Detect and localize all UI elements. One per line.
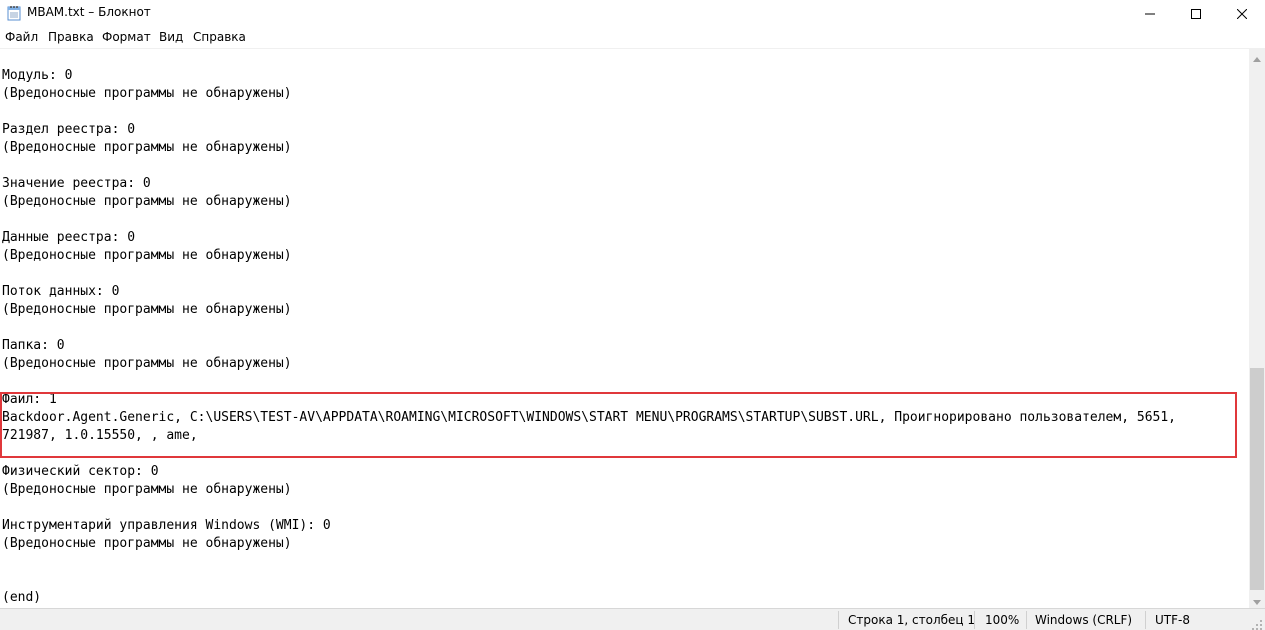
chevron-up-icon: [1253, 47, 1261, 66]
close-button[interactable]: [1219, 0, 1265, 27]
text-line: [2, 157, 1176, 175]
menu-help[interactable]: Справка: [193, 30, 246, 44]
text-line: Поток данных: 0: [2, 284, 120, 299]
title-bar: MBAM.txt – Блокнот: [0, 0, 1265, 27]
text-line: Раздел реестра: 0: [2, 122, 136, 137]
editor-text: Модуль: 0 (Вредоносные программы не обнар…: [2, 67, 1176, 607]
status-bar: Строка 1, столбец 1 100% Windows (CRLF) …: [0, 608, 1265, 630]
status-separator: [1026, 611, 1027, 629]
text-line: [2, 319, 1176, 337]
text-line: Папка: 0: [2, 338, 65, 353]
text-line: Физический сектор: 0: [2, 464, 159, 479]
text-line: (end): [2, 590, 42, 605]
text-line: Файл: 1: [2, 392, 57, 407]
menu-format[interactable]: Формат: [102, 30, 151, 44]
text-line: Инструментарий управления Windows (WMI):…: [2, 518, 331, 533]
text-line: (Вредоносные программы не обнаружены): [2, 140, 292, 155]
menu-view[interactable]: Вид: [159, 30, 183, 44]
close-icon: [1236, 4, 1248, 23]
menu-file[interactable]: Файл: [5, 30, 38, 44]
vertical-scrollbar[interactable]: [1249, 48, 1265, 608]
text-line: Данные реестра: 0: [2, 230, 136, 245]
text-line: Значение реестра: 0: [2, 176, 151, 191]
status-separator: [1145, 611, 1146, 629]
text-line: Модуль: 0: [2, 68, 73, 83]
status-line-ending: Windows (CRLF): [1035, 613, 1133, 627]
window-title: MBAM.txt – Блокнот: [27, 5, 151, 19]
maximize-button[interactable]: [1173, 0, 1219, 27]
text-line: [2, 373, 1176, 391]
resize-grip-icon[interactable]: [1251, 616, 1263, 630]
text-line: [2, 445, 1176, 463]
scroll-down-button[interactable]: [1249, 591, 1265, 608]
scroll-up-button[interactable]: [1249, 48, 1265, 65]
status-encoding: UTF-8: [1155, 613, 1190, 627]
text-line: (Вредоносные программы не обнаружены): [2, 536, 292, 551]
text-line: (Вредоносные программы не обнаружены): [2, 86, 292, 101]
maximize-icon: [1191, 4, 1201, 23]
text-line: [2, 553, 1176, 571]
text-line: (Вредоносные программы не обнаружены): [2, 248, 292, 263]
text-editor[interactable]: Модуль: 0 (Вредоносные программы не обнар…: [0, 48, 1249, 608]
text-line: (Вредоносные программы не обнаружены): [2, 482, 292, 497]
text-line: [2, 571, 1176, 589]
status-cursor-position: Строка 1, столбец 1: [848, 613, 976, 627]
text-line: (Вредоносные программы не обнаружены): [2, 194, 292, 209]
text-line: [2, 265, 1176, 283]
menu-edit[interactable]: Правка: [48, 30, 94, 44]
text-line: [2, 499, 1176, 517]
text-line: [2, 211, 1176, 229]
text-line: Backdoor.Agent.Generic, C:\USERS\TEST-AV…: [2, 410, 1176, 425]
minimize-icon: [1145, 4, 1155, 23]
status-separator: [974, 611, 975, 629]
scroll-thumb[interactable]: [1250, 368, 1264, 590]
text-line: (Вредоносные программы не обнаружены): [2, 356, 292, 371]
minimize-button[interactable]: [1127, 0, 1173, 27]
text-line: 721987, 1.0.15550, , ame,: [2, 428, 198, 443]
status-separator: [838, 611, 839, 629]
menu-bar: Файл Правка Формат Вид Справка: [0, 27, 1265, 48]
text-line: [2, 103, 1176, 121]
text-line: (Вредоносные программы не обнаружены): [2, 302, 292, 317]
chevron-down-icon: [1253, 590, 1261, 609]
status-zoom: 100%: [985, 613, 1020, 627]
notepad-icon[interactable]: [7, 5, 21, 21]
